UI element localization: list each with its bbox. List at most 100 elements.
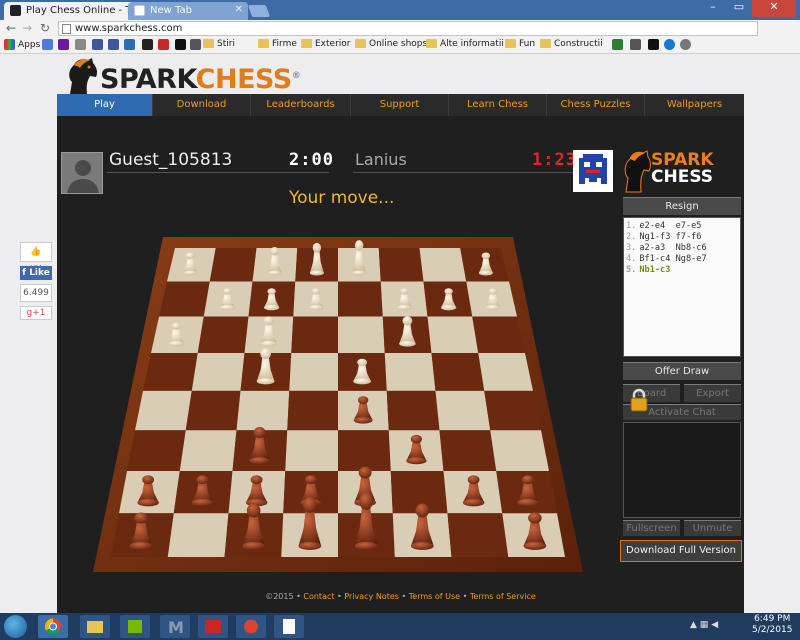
export-pgn-button[interactable]: Export PGN <box>684 384 741 416</box>
google-plus-button[interactable]: g+1 <box>20 306 52 320</box>
bookmark-site-icon[interactable] <box>612 39 623 50</box>
close-window-button[interactable]: ✕ <box>752 0 796 17</box>
board-square[interactable] <box>236 390 290 431</box>
tab-sparkchess[interactable]: Play Chess Online - The P ✕ <box>4 2 144 20</box>
fullscreen-button[interactable]: Fullscreen <box>623 520 680 536</box>
offer-draw-button[interactable]: Offer Draw <box>623 362 741 380</box>
board-square[interactable] <box>490 430 549 472</box>
board-square[interactable] <box>289 353 338 391</box>
board-square[interactable] <box>439 430 497 472</box>
minimize-button[interactable]: – <box>700 0 726 17</box>
bookmark-folder-constructii[interactable]: Constructii <box>540 39 603 51</box>
board-square[interactable] <box>291 316 338 354</box>
bookmark-folder-exterior[interactable]: Exterior <box>301 39 351 51</box>
footer-link-privacy[interactable]: Privacy Notes <box>344 592 399 601</box>
address-bar[interactable]: www.sparkchess.com <box>58 21 758 36</box>
space-invader-icon <box>579 154 607 184</box>
board-square[interactable] <box>378 248 424 282</box>
close-tab-icon[interactable]: ✕ <box>235 4 243 15</box>
bookmark-site-icon[interactable] <box>124 39 135 50</box>
bookmark-site-icon[interactable] <box>648 39 659 50</box>
nav-download[interactable]: Download <box>153 94 251 116</box>
board-square[interactable] <box>484 390 541 431</box>
sparkchess-favicon-icon <box>10 5 21 16</box>
board-square[interactable] <box>447 513 509 557</box>
board-square[interactable] <box>338 430 391 472</box>
nvidia-taskbar-icon[interactable] <box>120 615 150 638</box>
new-tab-button[interactable] <box>247 5 271 17</box>
board-square[interactable] <box>287 390 338 431</box>
facebook-like-button[interactable]: f Like <box>20 266 52 280</box>
bookmark-folder-alte-informatii[interactable]: Alte informatii <box>426 39 504 51</box>
bookmark-site-icon[interactable] <box>680 39 691 50</box>
bookmark-site-icon[interactable] <box>175 39 186 50</box>
board-square[interactable] <box>478 353 533 391</box>
bookmark-folder-fun[interactable]: Fun <box>505 39 535 51</box>
bookmark-folder-stiri[interactable]: Stiri <box>203 39 235 51</box>
board-square[interactable] <box>431 353 485 391</box>
board-square[interactable] <box>191 353 245 391</box>
board-square[interactable] <box>435 390 491 431</box>
app-taskbar-icon[interactable] <box>198 615 228 638</box>
move-list[interactable]: 1. e2-e4 e7-e5 2. Ng1-f3 f7-f6 3. a2-a3 Nb8… <box>623 217 741 357</box>
maximize-button[interactable]: ▭ <box>726 0 752 17</box>
back-arrow-icon[interactable]: ← <box>6 21 16 35</box>
footer-link-terms-of-service[interactable]: Terms of Service <box>470 592 536 601</box>
bookmark-site-icon[interactable] <box>190 39 201 50</box>
board-square[interactable] <box>135 390 192 431</box>
nav-support[interactable]: Support <box>351 94 449 116</box>
app-m-taskbar-icon[interactable]: M <box>160 615 190 638</box>
yahoo-icon[interactable] <box>58 39 69 50</box>
bookmark-site-icon[interactable] <box>664 39 675 50</box>
sparkchess-logo[interactable]: SPARKCHESS® <box>62 56 302 96</box>
bookmark-site-icon[interactable] <box>158 39 169 50</box>
tab-new-tab[interactable]: New Tab ✕ <box>128 2 248 20</box>
board-square[interactable] <box>143 353 198 391</box>
bookmark-folder-online-shops[interactable]: Online shops <box>355 39 427 51</box>
footer-link-contact[interactable]: Contact <box>303 592 334 601</box>
board-square[interactable] <box>338 316 385 354</box>
board-square[interactable] <box>209 248 257 282</box>
taskbar-clock[interactable]: 6:49 PM 5/2/2015 <box>752 614 792 636</box>
document-taskbar-icon[interactable] <box>274 615 304 638</box>
nav-chess-puzzles[interactable]: Chess Puzzles <box>547 94 645 116</box>
board-square[interactable] <box>127 430 186 472</box>
bookmark-site-icon[interactable] <box>630 39 641 50</box>
facebook-icon[interactable] <box>108 39 119 50</box>
bookmark-folder-firme[interactable]: Firme <box>258 39 297 51</box>
resign-button[interactable]: Resign <box>623 197 741 215</box>
reload-icon[interactable]: ↻ <box>40 21 50 35</box>
board-square[interactable] <box>285 430 338 472</box>
board-square[interactable] <box>472 316 525 354</box>
board-square[interactable] <box>159 281 210 317</box>
facebook-icon[interactable] <box>92 39 103 50</box>
footer-link-terms-of-use[interactable]: Terms of Use <box>409 592 460 601</box>
board-square[interactable] <box>197 316 249 354</box>
download-full-version-button[interactable]: Download Full Version <box>620 540 742 562</box>
bookmark-site-icon[interactable] <box>75 39 86 50</box>
board-square[interactable] <box>179 430 237 472</box>
app-taskbar-icon[interactable] <box>236 615 266 638</box>
bookmark-site-icon[interactable] <box>142 39 153 50</box>
start-button[interactable] <box>4 615 27 638</box>
board-square[interactable] <box>386 390 440 431</box>
forward-arrow-icon[interactable]: → <box>22 21 32 35</box>
unmute-button[interactable]: Unmute <box>684 520 741 536</box>
board-square[interactable] <box>384 353 436 391</box>
system-tray[interactable]: ▲ ▦ ◀ <box>690 620 718 630</box>
nav-play[interactable]: Play <box>57 94 153 116</box>
explorer-taskbar-icon[interactable] <box>80 615 110 638</box>
board-square[interactable] <box>185 390 241 431</box>
board-square[interactable] <box>427 316 479 354</box>
bookmark-site-icon[interactable] <box>42 39 53 50</box>
chrome-taskbar-icon[interactable] <box>38 615 68 638</box>
chess-board[interactable] <box>93 212 583 572</box>
board-square[interactable] <box>419 248 467 282</box>
knight-logo-icon <box>69 58 97 94</box>
nav-learn-chess[interactable]: Learn Chess <box>449 94 547 116</box>
board-square[interactable] <box>167 513 229 557</box>
board-square[interactable] <box>338 281 383 317</box>
nav-leaderboards[interactable]: Leaderboards <box>251 94 351 116</box>
bookmark-apps[interactable]: Apps <box>4 39 40 51</box>
nav-wallpapers[interactable]: Wallpapers <box>645 94 744 116</box>
